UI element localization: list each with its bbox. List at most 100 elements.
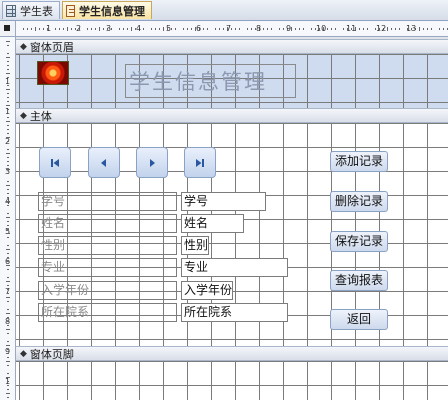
textbox-student-id[interactable]: 学号 bbox=[181, 192, 266, 211]
next-record-button[interactable] bbox=[136, 147, 168, 178]
ruler-tick bbox=[119, 28, 120, 30]
ruler-tick bbox=[7, 341, 9, 342]
ruler-tick bbox=[175, 28, 176, 30]
previous-record-button[interactable] bbox=[88, 147, 120, 178]
section-arrow-icon: ◆ bbox=[20, 348, 27, 359]
ruler-tick bbox=[7, 353, 9, 354]
textbox-name[interactable]: 姓名 bbox=[181, 214, 244, 233]
tab-student-info-form[interactable]: 学生信息管理 bbox=[62, 1, 152, 19]
ruler-tick bbox=[131, 27, 132, 31]
ruler-tick bbox=[163, 27, 164, 31]
ruler-tick bbox=[183, 28, 184, 30]
ruler-tick bbox=[295, 28, 296, 30]
ruler-tick bbox=[6, 137, 10, 138]
back-button[interactable]: 返回 bbox=[330, 309, 388, 330]
ruler-tick bbox=[6, 265, 10, 266]
label-gender[interactable]: 性别 bbox=[38, 236, 177, 255]
ruler-tick bbox=[7, 381, 9, 382]
ruler-tick bbox=[71, 28, 72, 30]
ruler-tick bbox=[7, 269, 9, 270]
ruler-tick bbox=[6, 377, 10, 378]
ruler-number: 2 bbox=[76, 24, 82, 33]
ruler-tick bbox=[423, 28, 424, 30]
ruler-tick bbox=[123, 28, 124, 30]
ruler-tick bbox=[91, 28, 92, 30]
textbox-gender[interactable]: 性别 bbox=[181, 236, 209, 255]
ruler-tick bbox=[6, 313, 10, 314]
ruler-tick bbox=[127, 28, 128, 30]
flower-logo[interactable] bbox=[37, 61, 69, 85]
section-bar-detail[interactable]: ◆ 主体 bbox=[16, 108, 448, 123]
ruler-tick bbox=[7, 133, 9, 134]
ruler-tick bbox=[215, 28, 216, 30]
tab-label: 学生信息管理 bbox=[79, 4, 145, 18]
ruler-tick bbox=[7, 125, 9, 126]
ruler-tick bbox=[191, 28, 192, 30]
ruler-tick bbox=[6, 217, 10, 218]
ruler-tick bbox=[6, 57, 10, 58]
ruler-tick bbox=[395, 28, 396, 30]
textbox-major[interactable]: 专业 bbox=[181, 258, 288, 277]
section-arrow-icon: ◆ bbox=[20, 41, 27, 52]
section-bar-form-footer[interactable]: ◆ 窗体页脚 bbox=[16, 346, 448, 361]
ruler-tick bbox=[279, 28, 280, 30]
ruler-tick bbox=[7, 205, 9, 206]
textbox-enrollment-year[interactable]: 入学年份 bbox=[181, 281, 233, 300]
ruler-tick bbox=[7, 45, 9, 46]
label-name[interactable]: 姓名 bbox=[38, 214, 177, 233]
ruler-tick bbox=[27, 28, 28, 30]
textbox-department[interactable]: 所在院系 bbox=[181, 303, 288, 322]
query-report-button[interactable]: 查询报表 bbox=[330, 270, 388, 291]
ruler-tick bbox=[223, 28, 224, 30]
last-record-button[interactable] bbox=[184, 147, 216, 178]
ruler-tick bbox=[7, 321, 9, 322]
label-department[interactable]: 所在院系 bbox=[38, 303, 177, 322]
first-record-icon bbox=[51, 158, 59, 167]
ruler-tick bbox=[263, 28, 264, 30]
form-selector-icon[interactable] bbox=[0, 21, 16, 37]
ruler-tick bbox=[7, 225, 9, 226]
add-record-button[interactable]: 添加记录 bbox=[330, 151, 388, 172]
ruler-tick bbox=[299, 28, 300, 30]
ruler-number: 12 bbox=[376, 24, 387, 33]
ruler-tick bbox=[6, 233, 10, 234]
ruler-tick bbox=[7, 221, 9, 222]
ruler-tick bbox=[7, 365, 9, 366]
ruler-tick bbox=[7, 69, 9, 70]
delete-record-button[interactable]: 删除记录 bbox=[330, 191, 388, 212]
ruler-tick bbox=[7, 237, 9, 238]
ruler-tick bbox=[7, 189, 9, 190]
label-major[interactable]: 专业 bbox=[38, 258, 177, 277]
ruler-tick bbox=[7, 373, 9, 374]
ruler-tick bbox=[6, 361, 10, 362]
label-student-id[interactable]: 学号 bbox=[38, 192, 177, 211]
tab-student-table[interactable]: 学生表 bbox=[2, 1, 60, 19]
horizontal-ruler[interactable]: 1 2 3 4 5 6 7 8 9 10 11 12 13 bbox=[16, 21, 448, 37]
first-record-button[interactable] bbox=[39, 147, 71, 178]
form-title-label[interactable]: 学生信息管理 bbox=[125, 64, 296, 98]
ruler-tick bbox=[7, 165, 9, 166]
ruler-number: 9 bbox=[286, 24, 292, 33]
ruler-tick bbox=[431, 28, 432, 30]
ruler-tick bbox=[439, 28, 440, 30]
label-enrollment-year[interactable]: 入学年份 bbox=[38, 281, 177, 300]
previous-record-icon bbox=[101, 158, 106, 167]
ruler-tick bbox=[251, 28, 252, 30]
ruler-tick bbox=[387, 27, 388, 31]
ruler-tick bbox=[7, 333, 9, 334]
ruler-tick bbox=[7, 181, 9, 182]
ruler-tick bbox=[6, 73, 10, 74]
form-footer-grid[interactable] bbox=[16, 361, 448, 400]
save-record-button[interactable]: 保存记录 bbox=[330, 231, 388, 252]
ruler-tick bbox=[283, 28, 284, 30]
ruler-tick bbox=[327, 28, 328, 30]
section-bar-form-header[interactable]: ◆ 窗体页眉 bbox=[16, 39, 448, 54]
vertical-ruler[interactable]: 11234567891 bbox=[0, 37, 16, 400]
ruler-tick bbox=[7, 289, 9, 290]
ruler-tick bbox=[31, 28, 32, 30]
ruler-tick bbox=[7, 85, 9, 86]
ruler-tick bbox=[311, 28, 312, 30]
ruler-tick bbox=[443, 28, 444, 30]
ruler-tick bbox=[59, 28, 60, 30]
ruler-number: 6 bbox=[196, 24, 202, 33]
